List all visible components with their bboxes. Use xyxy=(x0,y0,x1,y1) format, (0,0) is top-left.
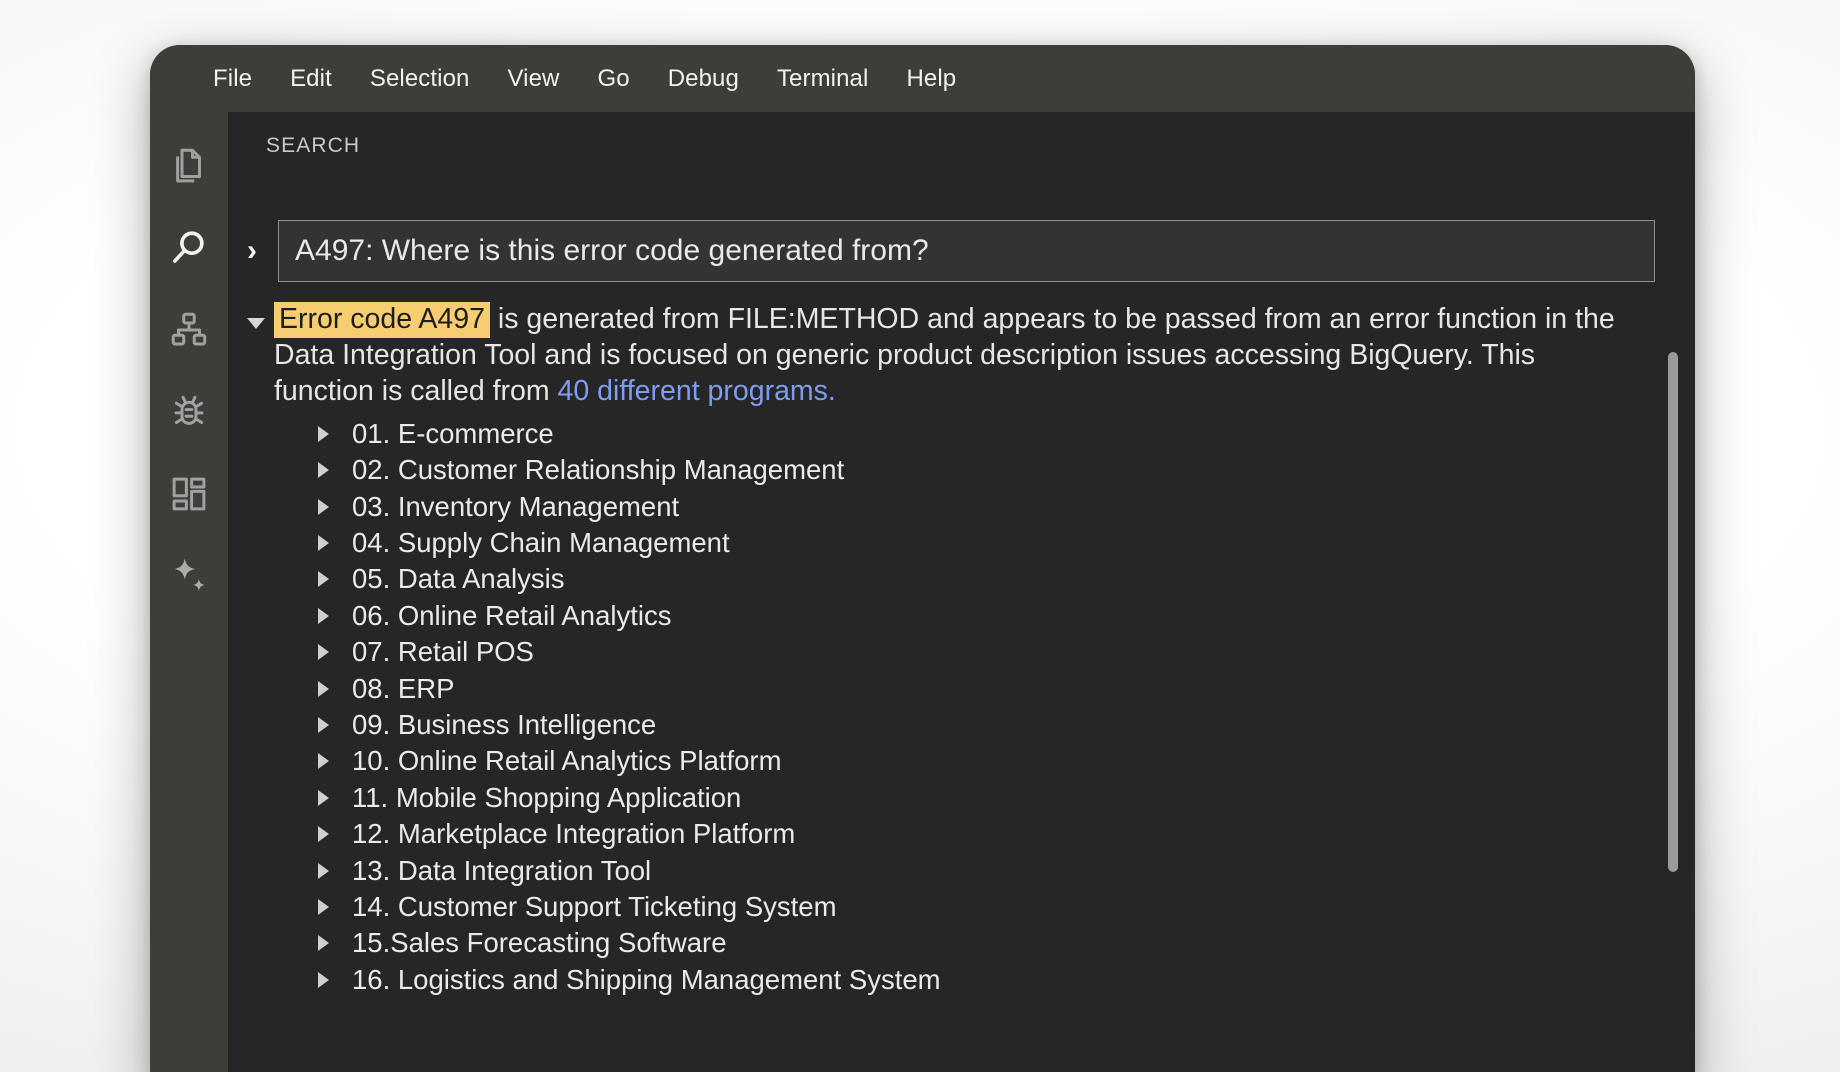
list-item[interactable]: 16. Logistics and Shipping Management Sy… xyxy=(318,962,1639,998)
list-item-label: 01. E-commerce xyxy=(352,418,554,450)
list-item[interactable]: 05. Data Analysis xyxy=(318,561,1639,597)
list-item[interactable]: 01. E-commerce xyxy=(318,416,1639,452)
extensions-icon[interactable] xyxy=(165,470,213,518)
list-item[interactable]: 14. Customer Support Ticketing System xyxy=(318,889,1639,925)
list-item-label: 04. Supply Chain Management xyxy=(352,527,730,559)
list-item-label: 05. Data Analysis xyxy=(352,563,564,595)
expand-triangle-icon[interactable] xyxy=(318,717,352,733)
chevron-right-icon[interactable]: › xyxy=(238,236,266,266)
menu-item-debug[interactable]: Debug xyxy=(668,67,739,91)
menu-item-help[interactable]: Help xyxy=(906,67,956,91)
list-item-label: 06. Online Retail Analytics xyxy=(352,600,671,632)
menu-item-selection[interactable]: Selection xyxy=(370,67,470,91)
programs-link[interactable]: 40 different programs. xyxy=(558,375,836,407)
scrollbar-thumb[interactable] xyxy=(1668,352,1678,872)
expand-triangle-icon[interactable] xyxy=(318,826,352,842)
list-item-label: 14. Customer Support Ticketing System xyxy=(352,891,837,923)
query-row: › A497: Where is this error code generat… xyxy=(238,220,1655,282)
program-list: 01. E-commerce 02. Customer Relationship… xyxy=(238,416,1639,998)
list-item[interactable]: 03. Inventory Management xyxy=(318,489,1639,525)
list-item[interactable]: 04. Supply Chain Management xyxy=(318,525,1639,561)
menu-item-view[interactable]: View xyxy=(507,67,559,91)
list-item[interactable]: 07. Retail POS xyxy=(318,634,1639,670)
debug-bug-icon[interactable] xyxy=(165,388,213,436)
list-item-label: 13. Data Integration Tool xyxy=(352,855,651,887)
source-control-icon[interactable] xyxy=(165,306,213,354)
vertical-scrollbar[interactable] xyxy=(1665,312,1681,1072)
highlighted-error-code: Error code A497 xyxy=(274,302,490,338)
menu-item-go[interactable]: Go xyxy=(597,67,629,91)
expand-triangle-icon[interactable] xyxy=(318,681,352,697)
list-item-label: 08. ERP xyxy=(352,673,454,705)
expand-triangle-icon[interactable] xyxy=(318,899,352,915)
expand-triangle-icon[interactable] xyxy=(318,935,352,951)
list-item[interactable]: 15.Sales Forecasting Software xyxy=(318,925,1639,961)
list-item-label: 07. Retail POS xyxy=(352,636,534,668)
search-icon[interactable] xyxy=(165,224,213,272)
collapse-triangle-icon[interactable] xyxy=(238,302,274,329)
answer-header: Error code A497 is generated from FILE:M… xyxy=(238,302,1639,410)
list-item[interactable]: 02. Customer Relationship Management xyxy=(318,452,1639,488)
list-item-label: 03. Inventory Management xyxy=(352,491,679,523)
list-item-label: 15.Sales Forecasting Software xyxy=(352,927,727,959)
list-item[interactable]: 09. Business Intelligence xyxy=(318,707,1639,743)
list-item[interactable]: 12. Marketplace Integration Platform xyxy=(318,816,1639,852)
list-item-label: 10. Online Retail Analytics Platform xyxy=(352,745,782,777)
list-item[interactable]: 10. Online Retail Analytics Platform xyxy=(318,743,1639,779)
list-item[interactable]: 11. Mobile Shopping Application xyxy=(318,780,1639,816)
expand-triangle-icon[interactable] xyxy=(318,426,352,442)
menu-item-file[interactable]: File xyxy=(213,67,252,91)
search-input-value: A497: Where is this error code generated… xyxy=(295,234,929,268)
list-item[interactable]: 13. Data Integration Tool xyxy=(318,852,1639,888)
answer-paragraph: Error code A497 is generated from FILE:M… xyxy=(274,302,1639,410)
files-icon[interactable] xyxy=(165,142,213,190)
list-item-label: 12. Marketplace Integration Platform xyxy=(352,818,795,850)
search-panel: SEARCH › A497: Where is this error code … xyxy=(228,112,1695,1072)
expand-triangle-icon[interactable] xyxy=(318,753,352,769)
expand-triangle-icon[interactable] xyxy=(318,790,352,806)
menu-item-terminal[interactable]: Terminal xyxy=(777,67,869,91)
expand-triangle-icon[interactable] xyxy=(318,571,352,587)
list-item[interactable]: 08. ERP xyxy=(318,670,1639,706)
activity-bar xyxy=(150,112,228,1072)
sparkle-ai-icon[interactable] xyxy=(165,552,213,600)
search-input[interactable]: A497: Where is this error code generated… xyxy=(278,220,1655,282)
list-item-label: 02. Customer Relationship Management xyxy=(352,454,844,486)
list-item[interactable]: 06. Online Retail Analytics xyxy=(318,598,1639,634)
expand-triangle-icon[interactable] xyxy=(318,644,352,660)
expand-triangle-icon[interactable] xyxy=(318,972,352,988)
list-item-label: 16. Logistics and Shipping Management Sy… xyxy=(352,964,941,996)
answer-region: Error code A497 is generated from FILE:M… xyxy=(238,302,1639,1072)
expand-triangle-icon[interactable] xyxy=(318,863,352,879)
list-item-label: 09. Business Intelligence xyxy=(352,709,656,741)
panel-title: SEARCH xyxy=(266,134,360,158)
menu-item-edit[interactable]: Edit xyxy=(290,67,332,91)
expand-triangle-icon[interactable] xyxy=(318,608,352,624)
expand-triangle-icon[interactable] xyxy=(318,462,352,478)
expand-triangle-icon[interactable] xyxy=(318,499,352,515)
list-item-label: 11. Mobile Shopping Application xyxy=(352,782,741,814)
app-window: File Edit Selection View Go Debug Termin… xyxy=(150,45,1695,1072)
expand-triangle-icon[interactable] xyxy=(318,535,352,551)
menu-bar: File Edit Selection View Go Debug Termin… xyxy=(150,45,1695,112)
